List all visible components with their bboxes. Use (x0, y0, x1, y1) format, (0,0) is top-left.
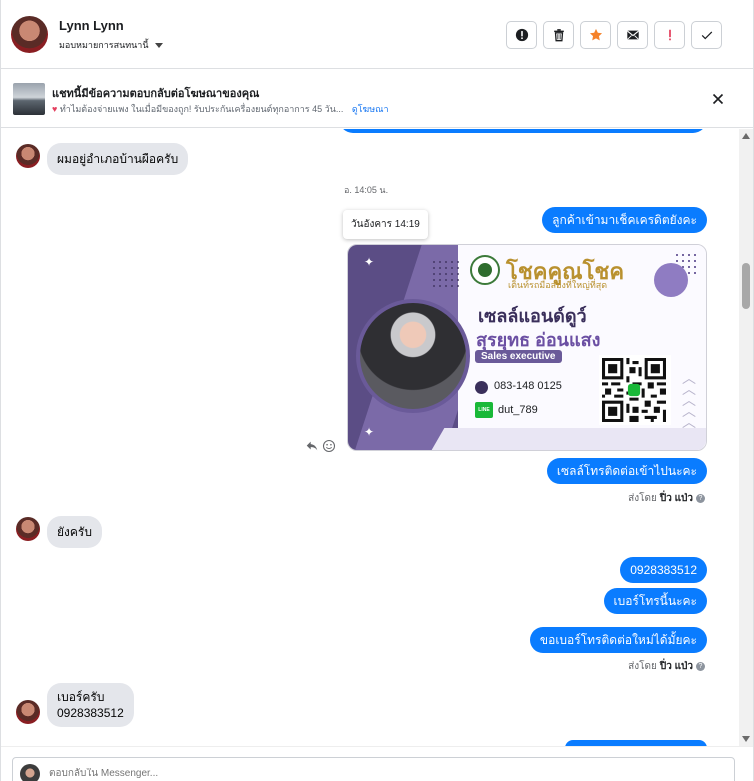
emoji-icon[interactable] (322, 439, 336, 453)
ad-thumbnail[interactable] (13, 83, 45, 115)
outgoing-message[interactable]: เซลล์โทรติดต่อเข้าไปนะคะ (546, 458, 707, 484)
page-avatar (20, 764, 40, 781)
sales-card-image[interactable]: ✦ ✦ โชคคูณโชค เต็นท์รถมือสองที่ใหญ่ที่สุ… (347, 244, 707, 451)
sender-name[interactable]: ปิ่ว แป่ว (660, 659, 693, 674)
scroll-thumb[interactable] (742, 263, 750, 309)
scroll-down-arrow-icon[interactable] (742, 736, 750, 742)
contact-avatar[interactable] (11, 16, 48, 53)
mark-done-button[interactable] (691, 21, 722, 49)
trash-icon (553, 29, 564, 42)
thread-scrollbar[interactable] (739, 129, 753, 746)
contact-small-avatar (16, 517, 40, 541)
brand-logo (470, 255, 500, 285)
help-icon[interactable]: ? (696, 662, 705, 671)
contact-small-avatar (16, 700, 40, 724)
chevron-stack-decor: ︿ ︿ ︿ ︿ ︿ (682, 370, 696, 430)
assign-label: มอบหมายการสนทนานี้ (59, 40, 149, 50)
incoming-message[interactable]: ยังครับ (47, 516, 102, 548)
message-actions (305, 439, 336, 453)
reply-box[interactable] (12, 757, 735, 781)
banner-title: แชทนี้มีข้อความตอบกลับต่อโฆษณาของคุณ (52, 88, 260, 100)
message-thread: ผมอยู่อำเภอบ้านผือครับ อ. 14:05 น. ลูกค้… (1, 129, 741, 746)
messenger-inbox: Lynn Lynn มอบหมายการสนทนานี้ แชทนี้มีข้อ… (0, 0, 754, 781)
star-icon (589, 28, 602, 41)
assign-conversation-dropdown[interactable]: มอบหมายการสนทนานี้ (59, 38, 163, 52)
qr-code-icon (602, 358, 666, 422)
composer (1, 746, 753, 781)
sent-by-prefix: ส่งโดย (628, 493, 657, 504)
exclamation-circle-icon (515, 28, 528, 42)
banner-ad-text: ทำไมต้องจ่ายแพง ในเมื่อมีของถูก! รับประก… (59, 104, 344, 114)
help-icon[interactable]: ? (696, 494, 705, 503)
qr-code (599, 355, 671, 425)
sparkle-icon: ✦ (364, 255, 375, 269)
sent-by-prefix: ส่งโดย (628, 661, 657, 672)
chevron-down-icon (154, 42, 163, 48)
card-tagline: เต็นท์รถมือสองที่ใหญ่ที่สุด (508, 280, 608, 290)
incoming-message[interactable]: เบอร์ครับ 0928383512 (47, 683, 134, 727)
header-actions (506, 21, 722, 49)
outgoing-message[interactable]: 0928383512 (620, 557, 707, 583)
sparkle-icon: ✦ (364, 425, 375, 439)
mark-spam-button[interactable] (506, 21, 537, 49)
card-line-id: dut_789 (498, 404, 538, 416)
contact-small-avatar (16, 144, 40, 168)
envelope-icon (626, 30, 639, 40)
view-ad-link[interactable]: ดูโฆษณา (352, 104, 389, 114)
reply-icon[interactable] (305, 439, 319, 453)
banner-description: ♥ ทำไมต้องจ่ายแพง ในเมื่อมีของถูก! รับปร… (52, 102, 389, 116)
line-app-icon: LINE (475, 402, 493, 418)
star-button[interactable] (580, 21, 611, 49)
check-icon (701, 31, 712, 40)
reply-input[interactable] (49, 768, 549, 779)
ad-reply-banner: แชทนี้มีข้อความตอบกลับต่อโฆษณาของคุณ ♥ ท… (1, 70, 753, 128)
previous-message-bubble[interactable] (339, 129, 707, 133)
sent-by-label: ส่งโดย ปิ่ว แป่ว ? (628, 659, 705, 674)
conversation-header: Lynn Lynn มอบหมายการสนทนานี้ (1, 0, 753, 69)
timestamp-divider: อ. 14:05 น. (344, 185, 389, 195)
salesperson-photo (356, 299, 470, 413)
exclamation-icon (668, 29, 671, 41)
card-phone: 083-148 0125 (494, 380, 562, 392)
delete-button[interactable] (543, 21, 574, 49)
follow-up-button[interactable] (654, 21, 685, 49)
card-dot-pattern (431, 259, 459, 287)
card-stripe (431, 428, 706, 450)
heart-icon: ♥ (52, 104, 58, 114)
timestamp-tooltip: วันอังคาร 14:19 (343, 210, 428, 239)
message-line: 0928383512 (57, 706, 124, 720)
outgoing-message[interactable]: ลูกค้าเข้ามาเช็คเครดิตยังคะ (542, 207, 707, 233)
outgoing-message[interactable]: เบอร์โทรนี้นะคะ (603, 588, 707, 614)
email-button[interactable] (617, 21, 648, 49)
scroll-up-arrow-icon[interactable] (742, 133, 750, 139)
sent-by-label: ส่งโดย ปิ่ว แป่ว ? (628, 491, 705, 506)
incoming-message[interactable]: ผมอยู่อำเภอบ้านผือครับ (47, 143, 189, 175)
contact-name[interactable]: Lynn Lynn (59, 18, 124, 33)
close-icon[interactable] (710, 91, 726, 107)
card-role: Sales executive (475, 350, 562, 363)
card-decor-circle (654, 263, 688, 297)
sender-name[interactable]: ปิ่ว แป่ว (660, 491, 693, 506)
phone-icon (475, 381, 488, 394)
outgoing-message[interactable]: ขอเบอร์โทรติดต่อใหม่ได้มั้ยคะ (529, 627, 707, 653)
message-line: เบอร์ครับ (57, 690, 105, 704)
